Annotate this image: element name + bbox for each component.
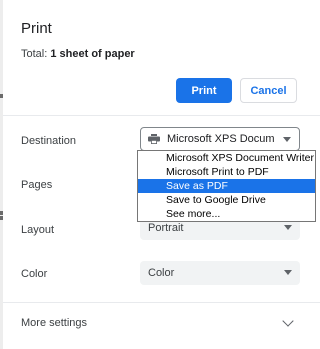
more-settings-toggle[interactable]: More settings [21, 317, 87, 329]
destination-label: Destination [21, 135, 77, 147]
color-select[interactable]: Color [140, 261, 300, 285]
printer-icon [148, 134, 160, 144]
color-value: Color [148, 267, 175, 279]
color-label: Color [21, 268, 48, 280]
chevron-down-icon [284, 270, 292, 275]
chevron-down-icon[interactable] [282, 315, 294, 327]
divider [3, 302, 320, 303]
destination-value: Microsoft XPS Docum [167, 133, 275, 145]
dialog-title: Print [21, 20, 52, 37]
chevron-down-icon [284, 225, 292, 230]
total-value: 1 sheet of paper [50, 48, 135, 60]
destination-option-google-drive[interactable]: Save to Google Drive [138, 193, 315, 207]
print-button[interactable]: Print [176, 78, 232, 103]
destination-dropdown-list: Microsoft XPS Document Writer Microsoft … [137, 150, 316, 222]
cancel-button[interactable]: Cancel [240, 78, 297, 103]
divider [3, 115, 320, 116]
layout-value: Portrait [148, 222, 184, 234]
destination-option-xps[interactable]: Microsoft XPS Document Writer [138, 151, 315, 165]
destination-option-see-more[interactable]: See more... [138, 207, 315, 221]
chevron-down-icon [283, 137, 291, 142]
layout-label: Layout [21, 224, 55, 236]
destination-select[interactable]: Microsoft XPS Docum [140, 127, 300, 151]
sheet-total: Total: 1 sheet of paper [21, 48, 135, 60]
total-label: Total: [21, 48, 48, 60]
destination-option-print-to-pdf[interactable]: Microsoft Print to PDF [138, 165, 315, 179]
pages-label: Pages [21, 179, 53, 191]
destination-option-save-as-pdf[interactable]: Save as PDF [138, 179, 315, 193]
